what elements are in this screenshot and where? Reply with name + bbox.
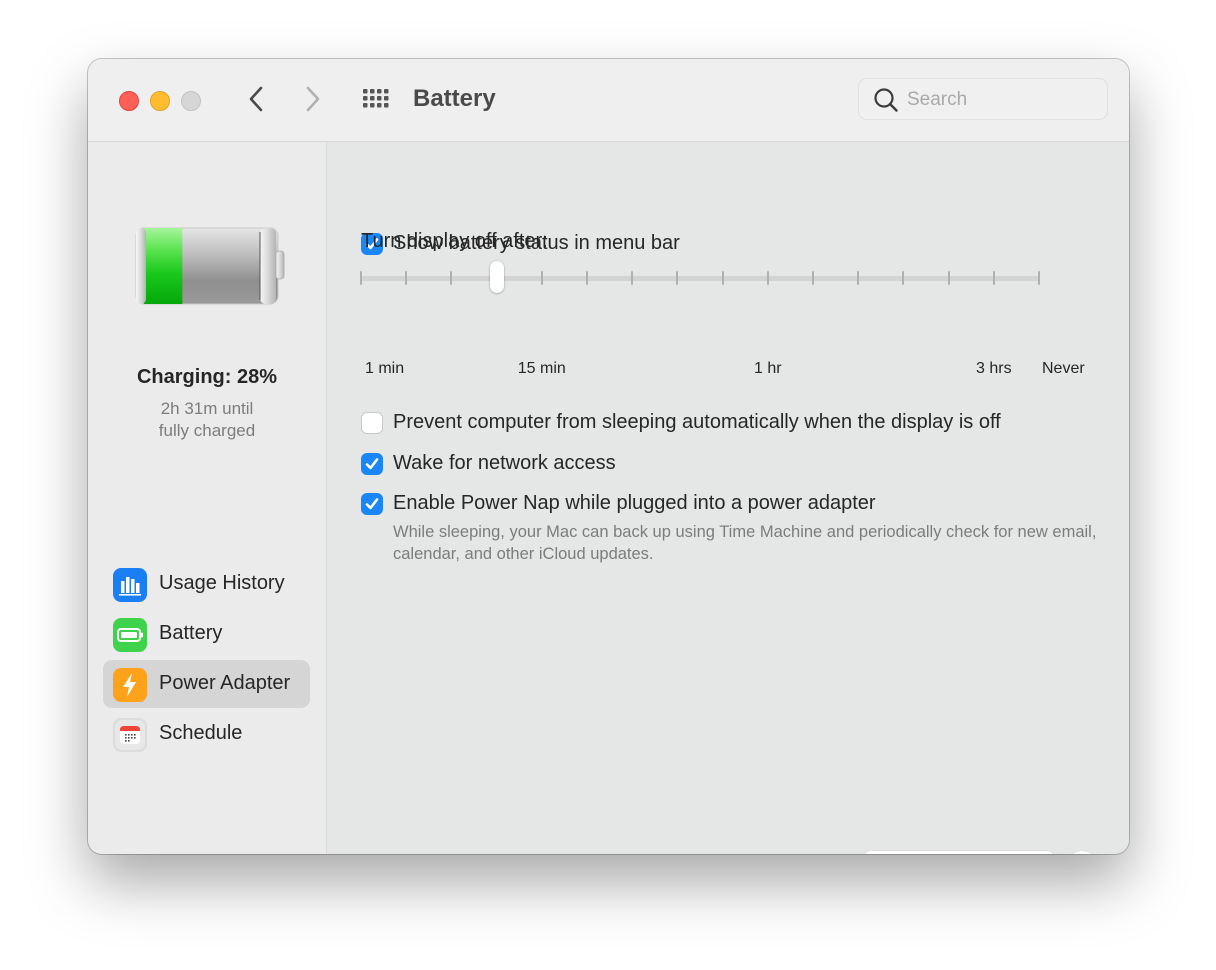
slider-tick-label: 3 hrs xyxy=(976,360,1012,377)
charge-time-line-1: 2h 31m until xyxy=(160,399,254,418)
wake-network-checkbox[interactable] xyxy=(361,453,383,475)
prevent-sleep-label: Prevent computer from sleeping automatic… xyxy=(393,411,1001,433)
grid-icon xyxy=(363,89,389,108)
charge-status: Charging: 28% xyxy=(136,366,278,388)
slider-tick xyxy=(812,271,814,285)
chevron-left-icon xyxy=(249,86,263,112)
slider-tick xyxy=(766,271,769,285)
sidebar-item-usage-history[interactable]: Usage History xyxy=(103,560,310,608)
slider-tick xyxy=(631,271,634,285)
checkmark-icon xyxy=(365,498,379,510)
close-window-button[interactable] xyxy=(119,91,139,111)
back-button[interactable] xyxy=(241,83,271,115)
charge-time-line-2: fully charged xyxy=(158,421,256,440)
window-title: Battery xyxy=(413,85,496,112)
slider-tick-label: 15 min xyxy=(517,360,566,377)
slider-tick xyxy=(947,271,950,285)
power-nap-description: While sleeping, your Mac can back up usi… xyxy=(393,523,1097,563)
prevent-sleep-checkbox[interactable] xyxy=(361,412,383,434)
minimize-window-button[interactable] xyxy=(150,91,170,111)
display-off-slider[interactable] xyxy=(360,260,1041,296)
display-off-label: Turn display off after: xyxy=(361,230,548,252)
sidebar-item-label: Power Adapter xyxy=(159,672,291,694)
sidebar-item-battery[interactable]: Battery xyxy=(103,610,310,658)
slider-tick xyxy=(540,271,543,285)
checkmark-icon xyxy=(365,458,379,470)
slider-tick xyxy=(405,271,408,285)
slider-tick xyxy=(721,271,724,285)
search-field[interactable] xyxy=(858,78,1108,121)
sidebar: Charging: 28% 2h 31m until fully charged… xyxy=(88,142,327,854)
power-nap-label: Enable Power Nap while plugged into a po… xyxy=(393,492,876,514)
wake-network-label: Wake for network access xyxy=(393,452,616,474)
slider-tick-label: Never xyxy=(1042,360,1085,377)
system-preferences-window: Battery Cha xyxy=(88,59,1129,854)
power-nap-checkbox[interactable] xyxy=(361,493,383,515)
sidebar-item-label: Usage History xyxy=(159,572,285,594)
zoom-window-button[interactable] xyxy=(181,91,201,111)
slider-tick xyxy=(992,271,995,285)
search-icon xyxy=(874,88,898,112)
sidebar-item-label: Schedule xyxy=(159,722,243,744)
sidebar-item-schedule[interactable]: Schedule xyxy=(103,710,310,758)
battery-level-graphic xyxy=(135,227,285,305)
forward-button[interactable] xyxy=(298,83,328,115)
charge-time-remaining: 2h 31m until fully charged xyxy=(88,398,326,442)
calendar-icon xyxy=(113,718,147,752)
chevron-right-icon xyxy=(306,86,320,112)
slider-tick xyxy=(1038,271,1040,285)
slider-tick xyxy=(586,271,588,285)
battery-icon xyxy=(113,618,147,652)
slider-tick xyxy=(360,271,362,285)
usage-history-icon xyxy=(113,568,147,602)
slider-track xyxy=(361,276,1039,281)
power-adapter-icon xyxy=(113,668,147,702)
slider-tick xyxy=(857,271,860,285)
slider-tick-label: 1 min xyxy=(365,360,405,377)
main-panel: Show battery status in menu bar Turn dis… xyxy=(327,142,1129,854)
titlebar: Battery xyxy=(88,59,1129,142)
battery-charge-fill xyxy=(144,228,183,304)
sidebar-item-power-adapter[interactable]: Power Adapter xyxy=(103,660,310,708)
slider-thumb[interactable] xyxy=(489,261,504,293)
restore-defaults-button[interactable]: Restore Defaults xyxy=(864,851,1054,854)
show-all-button[interactable] xyxy=(361,87,391,111)
help-button[interactable]: ? xyxy=(1066,851,1098,854)
sidebar-item-label: Battery xyxy=(159,622,223,644)
search-input[interactable] xyxy=(905,79,1104,121)
slider-tick-label: 1 hr xyxy=(754,360,782,377)
